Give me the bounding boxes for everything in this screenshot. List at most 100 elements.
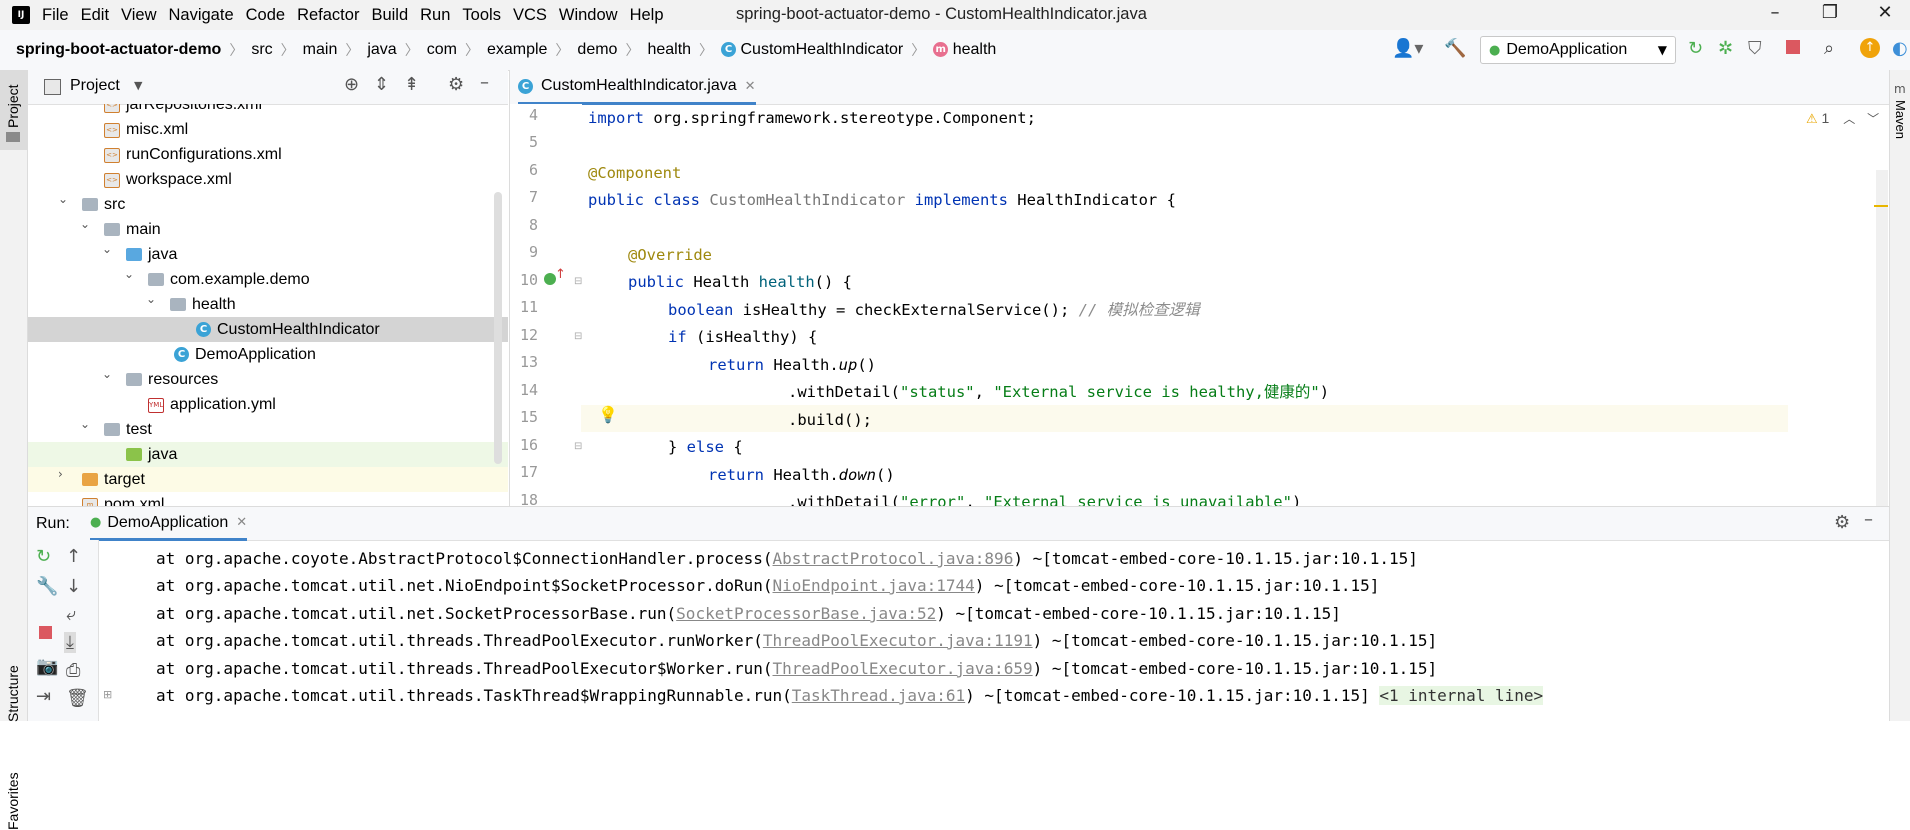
menu-view[interactable]: View (121, 6, 156, 25)
menu-navigate[interactable]: Navigate (169, 6, 234, 25)
close-tab-icon[interactable]: ✕ (745, 79, 756, 94)
lightbulb-icon[interactable]: 💡 (598, 405, 618, 424)
close-tab-icon[interactable]: ✕ (236, 515, 247, 530)
fold-icon[interactable]: ⊞ (103, 688, 112, 701)
delete-icon[interactable]: 🗑 (66, 688, 89, 709)
breadcrumb-main[interactable]: main (303, 41, 338, 59)
stacktrace-link[interactable]: NioEndpoint.java:1744 (773, 576, 975, 595)
favorites-tool-label[interactable]: Favorites (5, 772, 21, 830)
print-icon[interactable]: ⎙ (66, 660, 80, 681)
plugin-icon[interactable]: ◐ (1892, 38, 1908, 59)
warning-stripe-mark[interactable] (1874, 205, 1888, 207)
chevron-down-icon[interactable]: ⌄ (80, 217, 90, 231)
breadcrumb-example[interactable]: example (487, 41, 547, 59)
menu-tools[interactable]: Tools (462, 6, 501, 25)
stop-icon[interactable] (39, 626, 52, 639)
menu-run[interactable]: Run (420, 6, 450, 25)
stacktrace-link[interactable]: AbstractProtocol.java:896 (773, 549, 1014, 568)
structure-tool-label[interactable]: Structure (5, 665, 21, 722)
menu-help[interactable]: Help (630, 6, 664, 25)
breadcrumb-demo[interactable]: demo (577, 41, 617, 59)
stop-icon[interactable] (1786, 40, 1800, 54)
tree-item-test[interactable]: ⌄ test (28, 417, 508, 442)
gear-icon[interactable]: ⚙ (448, 74, 464, 95)
camera-icon[interactable]: 📷 (36, 656, 58, 677)
tab-customhealthindicator[interactable]: C CustomHealthIndicator.java ✕ (518, 70, 756, 105)
tree-item-java-test[interactable]: java (28, 442, 508, 467)
chevron-down-icon[interactable]: ⌄ (80, 417, 90, 431)
run-tab-demoapplication[interactable]: ● DemoApplication ✕ (90, 507, 248, 541)
menu-file[interactable]: File (42, 6, 69, 25)
update-icon[interactable]: ↑ (1860, 38, 1880, 58)
menu-refactor[interactable]: Refactor (297, 6, 359, 25)
arrow-up-icon[interactable]: ↑ (66, 546, 81, 567)
inspection-widget[interactable]: ⚠ 1 ︿ ﹀ (1806, 110, 1879, 127)
tree-item-runconfigurations-xml[interactable]: <> runConfigurations.xml (28, 142, 508, 167)
next-highlight-icon[interactable]: ﹀ (1867, 112, 1879, 126)
soft-wrap-icon[interactable]: ⤶ (66, 604, 76, 625)
tree-item-jarrepositories[interactable]: <> jarRepositories.xml (28, 104, 508, 117)
hide-panel-icon[interactable]: – (480, 72, 489, 93)
chevron-down-icon[interactable]: ⌄ (102, 242, 112, 256)
chevron-down-icon[interactable]: ⌄ (124, 267, 134, 281)
tree-scrollbar[interactable] (494, 192, 502, 464)
tree-item-java-main[interactable]: ⌄ java (28, 242, 508, 267)
stacktrace-link[interactable]: TaskThread.java:61 (792, 686, 965, 705)
menu-build[interactable]: Build (371, 6, 408, 25)
collapse-all-icon[interactable]: ⇞ (404, 74, 419, 95)
breadcrumb-health[interactable]: health (647, 41, 691, 59)
stacktrace-link[interactable]: ThreadPoolExecutor.java:1191 (763, 631, 1033, 650)
rerun-icon[interactable]: ↻ (36, 546, 51, 567)
tree-item-workspace-xml[interactable]: <> workspace.xml (28, 167, 508, 192)
breadcrumb-src[interactable]: src (251, 41, 272, 59)
chevron-down-icon[interactable]: ⌄ (58, 192, 68, 206)
breadcrumb-project[interactable]: spring-boot-actuator-demo (16, 41, 221, 59)
chevron-down-icon[interactable]: ▼ (134, 79, 142, 92)
tree-item-application-yml[interactable]: YML application.yml (28, 392, 508, 417)
arrow-down-icon[interactable]: ↓ (66, 576, 81, 597)
override-arrow-icon[interactable]: ↑ (555, 267, 566, 282)
chevron-down-icon[interactable]: ⌄ (102, 367, 112, 381)
breadcrumb-java[interactable]: java (367, 41, 396, 59)
tree-item-main[interactable]: ⌄ main (28, 217, 508, 242)
exit-icon[interactable]: ⇥ (36, 686, 51, 707)
stacktrace-link[interactable]: ThreadPoolExecutor.java:659 (773, 659, 1033, 678)
run-configuration-select[interactable]: ● DemoApplication ▼ (1480, 36, 1676, 64)
close-window-icon[interactable]: ✕ (1860, 2, 1910, 28)
restore-icon[interactable]: ❐ (1805, 2, 1855, 28)
editor-scrollbar[interactable] (1876, 170, 1888, 506)
tree-item-package-demo[interactable]: ⌄ com.example.demo (28, 267, 508, 292)
menu-window[interactable]: Window (559, 6, 618, 25)
scroll-to-end-icon[interactable]: ⤓ (64, 632, 76, 653)
breadcrumb-class[interactable]: C CustomHealthIndicator (721, 41, 903, 59)
hide-panel-icon[interactable]: – (1864, 509, 1873, 530)
minimize-icon[interactable]: – (1750, 2, 1800, 28)
expand-all-icon[interactable]: ⇕ (374, 74, 389, 95)
tree-item-package-health[interactable]: ⌄ health (28, 292, 508, 317)
rerun-icon[interactable]: ↻ (1688, 38, 1703, 59)
user-icon[interactable]: 👤▾ (1392, 38, 1423, 59)
tree-item-misc-xml[interactable]: <> misc.xml (28, 117, 508, 142)
project-view-title[interactable]: Project (70, 77, 120, 95)
breadcrumb-method[interactable]: m health (933, 41, 996, 59)
tree-item-src[interactable]: ⌄ src (28, 192, 508, 217)
console-output[interactable]: at org.apache.coyote.AbstractProtocol$Co… (99, 540, 1889, 721)
chevron-right-icon[interactable]: › (58, 467, 63, 481)
tree-item-target[interactable]: › target (28, 467, 508, 492)
tree-item-demoapplication[interactable]: C DemoApplication (28, 342, 508, 367)
chevron-down-icon[interactable]: ⌄ (146, 292, 156, 306)
menu-edit[interactable]: Edit (81, 6, 109, 25)
breadcrumb-com[interactable]: com (427, 41, 457, 59)
maven-icon[interactable]: m (1894, 82, 1906, 96)
search-icon[interactable]: ⌕ (1824, 38, 1834, 59)
coverage-icon[interactable]: ⛉ (1748, 38, 1762, 59)
tree-item-customhealthindicator[interactable]: C CustomHealthIndicator (28, 317, 508, 342)
code-editor[interactable]: 💡 import org.springframework.stereotype.… (581, 104, 1788, 506)
build-hammer-icon[interactable]: 🔨 (1444, 38, 1466, 59)
wrench-icon[interactable]: 🔧 (36, 576, 58, 597)
previous-highlight-icon[interactable]: ︿ (1843, 112, 1855, 126)
menu-vcs[interactable]: VCS (513, 6, 547, 25)
debug-icon[interactable]: ✲ (1718, 38, 1733, 59)
tree-item-resources[interactable]: ⌄ resources (28, 367, 508, 392)
menu-code[interactable]: Code (246, 6, 285, 25)
